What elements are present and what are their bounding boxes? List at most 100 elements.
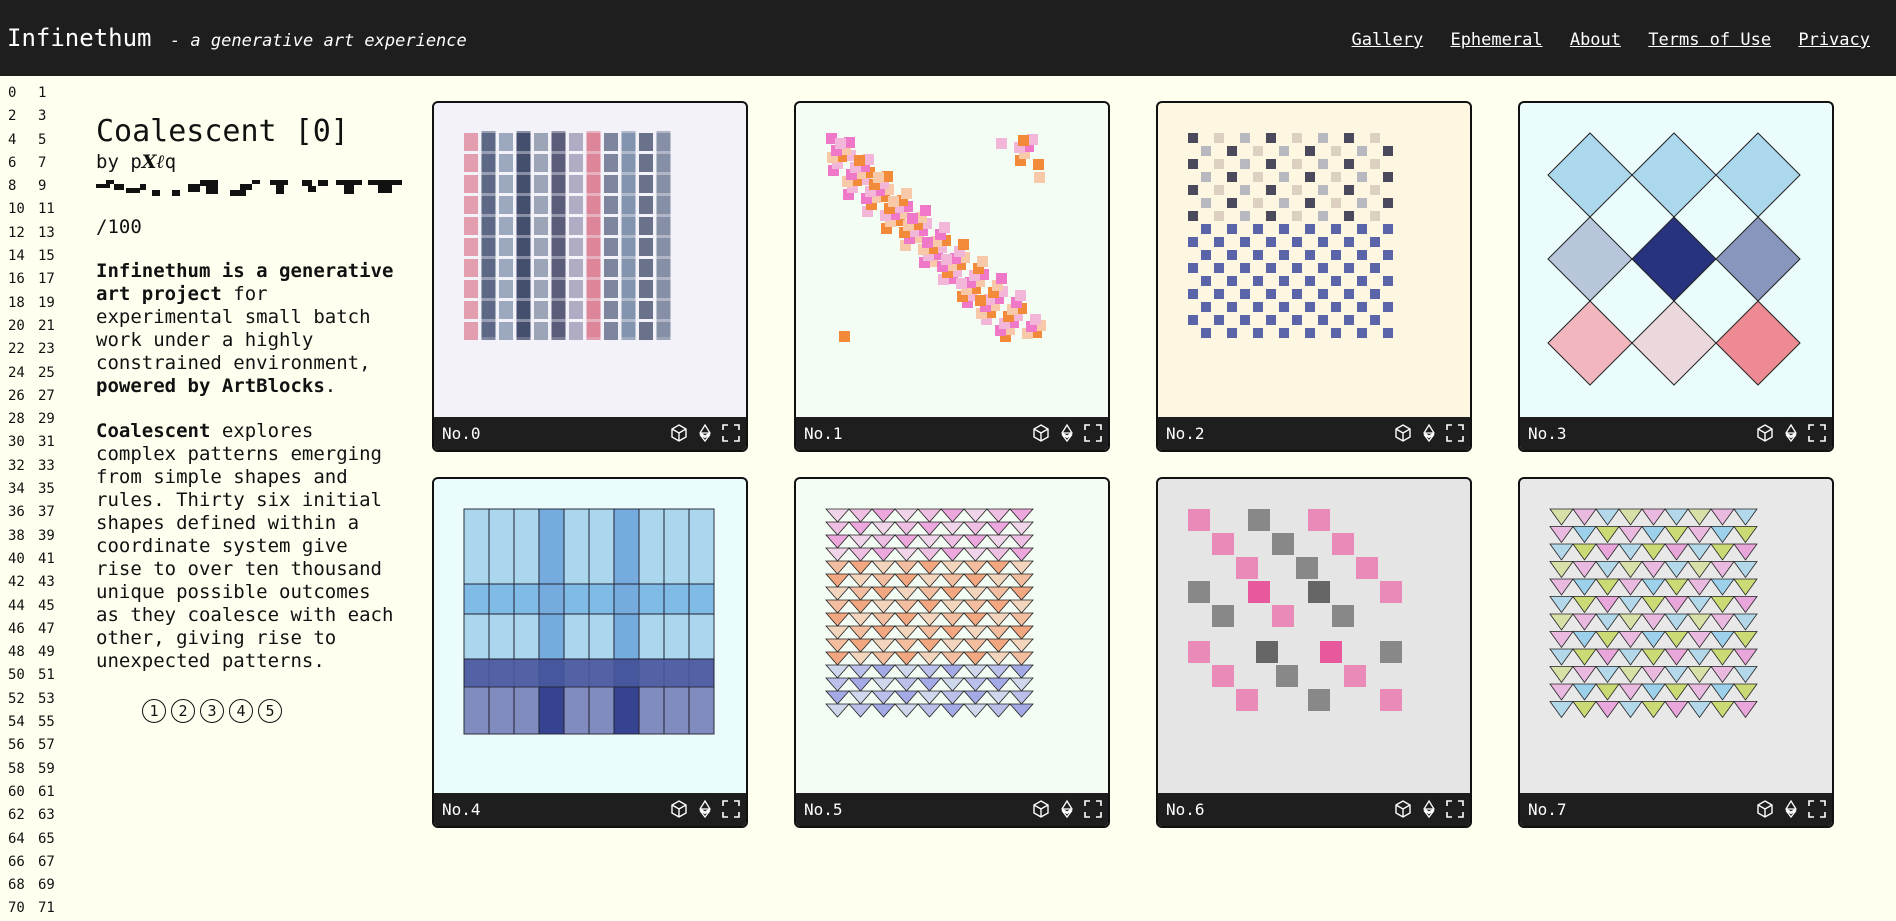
token-index-link[interactable]: 61 bbox=[38, 781, 68, 804]
token-index-link[interactable]: 71 bbox=[38, 897, 68, 920]
cube-icon[interactable] bbox=[1031, 423, 1051, 443]
token-index-link[interactable]: 8 bbox=[8, 175, 38, 198]
artwork-card[interactable]: No.1 bbox=[794, 101, 1110, 452]
fullscreen-icon[interactable] bbox=[1807, 799, 1827, 819]
token-index-link[interactable]: 65 bbox=[38, 828, 68, 851]
token-index-link[interactable]: 19 bbox=[38, 292, 68, 315]
page-4[interactable]: 4 bbox=[229, 699, 253, 723]
artwork-card[interactable]: No.2 bbox=[1156, 101, 1472, 452]
token-index-link[interactable]: 29 bbox=[38, 408, 68, 431]
artwork-image[interactable] bbox=[1520, 103, 1832, 415]
token-index-link[interactable]: 21 bbox=[38, 315, 68, 338]
token-index-link[interactable]: 33 bbox=[38, 455, 68, 478]
token-index-link[interactable]: 0 bbox=[8, 82, 38, 105]
ethereum-icon[interactable] bbox=[695, 799, 715, 819]
brand-name[interactable]: Infinethum bbox=[7, 24, 152, 52]
token-index-link[interactable]: 2 bbox=[8, 105, 38, 128]
token-index-link[interactable]: 7 bbox=[38, 152, 68, 175]
token-index-link[interactable]: 25 bbox=[38, 362, 68, 385]
artwork-card[interactable]: No.6 bbox=[1156, 477, 1472, 828]
fullscreen-icon[interactable] bbox=[721, 799, 741, 819]
nav-ephemeral[interactable]: Ephemeral bbox=[1450, 30, 1542, 50]
token-index-link[interactable]: 55 bbox=[38, 711, 68, 734]
cube-icon[interactable] bbox=[1755, 799, 1775, 819]
ethereum-icon[interactable] bbox=[1057, 799, 1077, 819]
artwork-image[interactable] bbox=[434, 103, 746, 415]
artwork-image[interactable] bbox=[1520, 479, 1832, 791]
artwork-card[interactable]: No.0 bbox=[432, 101, 748, 452]
token-index-link[interactable]: 57 bbox=[38, 734, 68, 757]
page-5[interactable]: 5 bbox=[258, 699, 282, 723]
fullscreen-icon[interactable] bbox=[1445, 799, 1465, 819]
token-index-link[interactable]: 60 bbox=[8, 781, 38, 804]
token-index-link[interactable]: 20 bbox=[8, 315, 38, 338]
token-index-link[interactable]: 30 bbox=[8, 431, 38, 454]
token-index-link[interactable]: 22 bbox=[8, 338, 38, 361]
cube-icon[interactable] bbox=[669, 423, 689, 443]
token-index-link[interactable]: 59 bbox=[38, 758, 68, 781]
artwork-image[interactable] bbox=[1158, 103, 1470, 415]
token-index-link[interactable]: 3 bbox=[38, 105, 68, 128]
token-index-link[interactable]: 10 bbox=[8, 198, 38, 221]
page-3[interactable]: 3 bbox=[200, 699, 224, 723]
token-index-link[interactable]: 58 bbox=[8, 758, 38, 781]
token-index-link[interactable]: 39 bbox=[38, 525, 68, 548]
token-index-link[interactable]: 1 bbox=[38, 82, 68, 105]
ethereum-icon[interactable] bbox=[695, 423, 715, 443]
token-index-link[interactable]: 47 bbox=[38, 618, 68, 641]
artwork-card[interactable]: No.7 bbox=[1518, 477, 1834, 828]
nav-about[interactable]: About bbox=[1570, 30, 1621, 50]
ethereum-icon[interactable] bbox=[1781, 423, 1801, 443]
fullscreen-icon[interactable] bbox=[1083, 799, 1103, 819]
token-index-link[interactable]: 24 bbox=[8, 362, 38, 385]
ethereum-icon[interactable] bbox=[1057, 423, 1077, 443]
token-index-link[interactable]: 51 bbox=[38, 664, 68, 687]
nav-privacy[interactable]: Privacy bbox=[1798, 30, 1870, 50]
token-index-link[interactable]: 16 bbox=[8, 268, 38, 291]
nav-gallery[interactable]: Gallery bbox=[1352, 30, 1424, 50]
token-index-link[interactable]: 12 bbox=[8, 222, 38, 245]
cube-icon[interactable] bbox=[1393, 423, 1413, 443]
token-index-link[interactable]: 50 bbox=[8, 664, 38, 687]
token-index-link[interactable]: 31 bbox=[38, 431, 68, 454]
token-index-link[interactable]: 13 bbox=[38, 222, 68, 245]
token-index-link[interactable]: 28 bbox=[8, 408, 38, 431]
token-index-link[interactable]: 35 bbox=[38, 478, 68, 501]
cube-icon[interactable] bbox=[1755, 423, 1775, 443]
ethereum-icon[interactable] bbox=[1419, 423, 1439, 443]
token-index-link[interactable]: 18 bbox=[8, 292, 38, 315]
artwork-image[interactable] bbox=[434, 479, 746, 791]
token-index-link[interactable]: 43 bbox=[38, 571, 68, 594]
token-index-link[interactable]: 53 bbox=[38, 688, 68, 711]
token-index-link[interactable]: 5 bbox=[38, 129, 68, 152]
token-index-link[interactable]: 37 bbox=[38, 501, 68, 524]
artwork-image[interactable] bbox=[796, 103, 1108, 415]
fullscreen-icon[interactable] bbox=[721, 423, 741, 443]
token-index-link[interactable]: 32 bbox=[8, 455, 38, 478]
token-index-link[interactable]: 42 bbox=[8, 571, 38, 594]
token-index-link[interactable]: 69 bbox=[38, 874, 68, 897]
token-index-link[interactable]: 48 bbox=[8, 641, 38, 664]
cube-icon[interactable] bbox=[1031, 799, 1051, 819]
fullscreen-icon[interactable] bbox=[1445, 423, 1465, 443]
fullscreen-icon[interactable] bbox=[1083, 423, 1103, 443]
cube-icon[interactable] bbox=[1393, 799, 1413, 819]
token-index-link[interactable]: 63 bbox=[38, 804, 68, 827]
token-index-link[interactable]: 6 bbox=[8, 152, 38, 175]
token-index-link[interactable]: 44 bbox=[8, 595, 38, 618]
token-index-link[interactable]: 38 bbox=[8, 525, 38, 548]
token-index-link[interactable]: 14 bbox=[8, 245, 38, 268]
token-index-link[interactable]: 34 bbox=[8, 478, 38, 501]
token-index-link[interactable]: 17 bbox=[38, 268, 68, 291]
cube-icon[interactable] bbox=[669, 799, 689, 819]
token-index-link[interactable]: 40 bbox=[8, 548, 38, 571]
page-2[interactable]: 2 bbox=[171, 699, 195, 723]
fullscreen-icon[interactable] bbox=[1807, 423, 1827, 443]
token-index-link[interactable]: 68 bbox=[8, 874, 38, 897]
token-index-link[interactable]: 4 bbox=[8, 129, 38, 152]
token-index-link[interactable]: 49 bbox=[38, 641, 68, 664]
artwork-card[interactable]: No.4 bbox=[432, 477, 748, 828]
token-index-link[interactable]: 62 bbox=[8, 804, 38, 827]
token-index-link[interactable]: 56 bbox=[8, 734, 38, 757]
token-index-link[interactable]: 52 bbox=[8, 688, 38, 711]
